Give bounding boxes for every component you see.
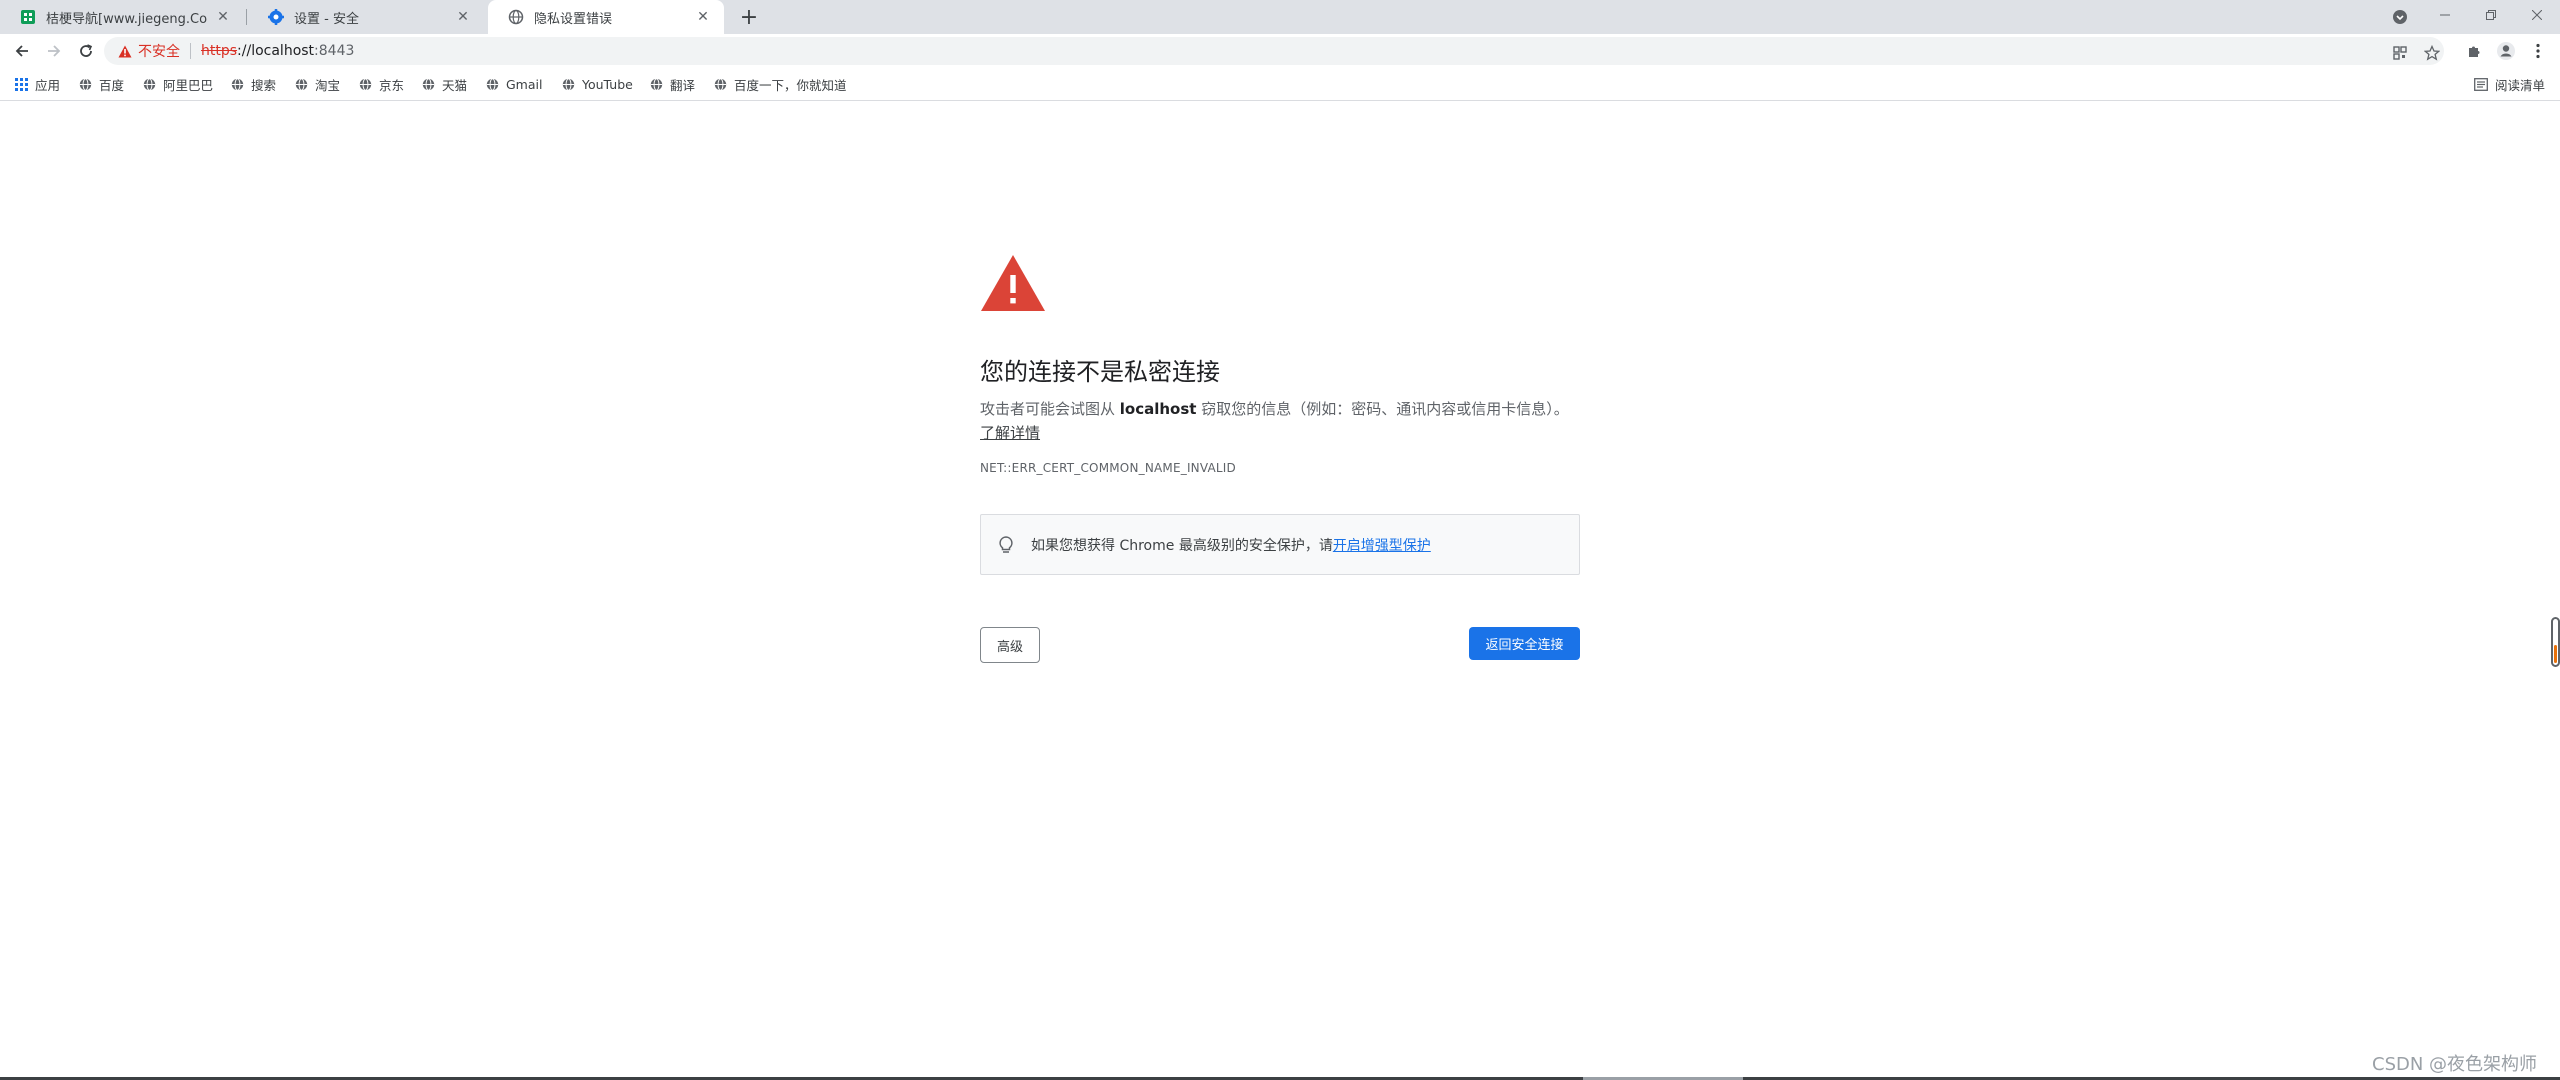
explanation-host: localhost — [1119, 400, 1197, 418]
tab-settings-security[interactable]: 设置 - 安全 ✕ — [248, 0, 484, 34]
forward-arrow-icon[interactable] — [40, 37, 68, 65]
reading-list-button[interactable]: 阅读清单 — [2474, 74, 2545, 94]
globe-icon — [649, 77, 663, 91]
bookmark-item[interactable]: YouTube — [561, 74, 633, 94]
not-secure-label: 不安全 — [138, 44, 180, 60]
profile-avatar-icon[interactable] — [2492, 37, 2520, 65]
globe-icon — [142, 77, 156, 91]
bookmark-item[interactable]: 百度一下，你就知道 — [713, 74, 847, 94]
minimize-icon[interactable] — [2422, 0, 2468, 30]
jiegeng-favicon-icon — [20, 9, 36, 25]
bookmark-label: 京东 — [379, 77, 405, 93]
globe-icon — [421, 77, 435, 91]
bookmark-item[interactable]: 百度 — [78, 74, 124, 94]
globe-icon — [358, 77, 372, 91]
bookmark-item[interactable]: 翻译 — [649, 74, 695, 94]
bookmark-item[interactable]: Gmail — [485, 74, 542, 94]
globe-icon — [508, 9, 524, 25]
side-panel-handle[interactable] — [2551, 617, 2560, 667]
bookmark-label: 阿里巴巴 — [163, 77, 214, 93]
back-arrow-icon[interactable] — [8, 37, 36, 65]
back-to-safety-button[interactable]: 返回安全连接 — [1469, 627, 1580, 660]
enhanced-protection-link[interactable]: 开启增强型保护 — [1333, 535, 1431, 555]
enhanced-protection-notice: 如果您想获得 Chrome 最高级别的安全保护，请 开启增强型保护 — [980, 514, 1580, 575]
address-bar[interactable]: 不安全 https://localhost:8443 — [104, 37, 2444, 65]
page-title: 您的连接不是私密连接 — [980, 358, 1220, 386]
bookmark-label: YouTube — [582, 76, 633, 92]
globe-icon — [561, 77, 575, 91]
url-scheme: https — [201, 43, 238, 59]
globe-icon — [78, 77, 92, 91]
bookmark-label: 淘宝 — [315, 77, 341, 93]
tab-search-icon[interactable] — [2390, 7, 2410, 27]
kebab-menu-icon[interactable] — [2524, 37, 2552, 65]
tab-close-icon[interactable]: ✕ — [214, 8, 232, 26]
tab-title: 设置 - 安全 — [294, 11, 359, 27]
globe-icon — [294, 77, 308, 91]
bookmark-label: 百度 — [99, 77, 125, 93]
bookmark-item[interactable]: 阿里巴巴 — [142, 74, 213, 94]
warning-triangle-icon — [980, 254, 1046, 312]
advanced-button[interactable]: 高级 — [980, 627, 1040, 663]
bookmark-label: 搜索 — [251, 77, 277, 93]
bookmark-star-icon[interactable] — [2422, 43, 2442, 63]
side-panel-accent — [2554, 645, 2557, 663]
tab-strip: 桔梗导航[www.jiegeng.Com]_桔 ✕ 设置 - 安全 ✕ 隐私设置… — [0, 0, 2560, 34]
bookmark-item[interactable]: 京东 — [358, 74, 404, 94]
globe-icon — [230, 77, 244, 91]
globe-icon — [485, 77, 499, 91]
enhanced-protection-text: 如果您想获得 Chrome 最高级别的安全保护，请 — [1031, 537, 1333, 554]
tab-title: 隐私设置错误 — [534, 11, 613, 27]
apps-grid-icon — [14, 77, 28, 91]
globe-icon — [713, 77, 727, 91]
bookmark-label: 应用 — [35, 77, 61, 93]
tab-title: 桔梗导航[www.jiegeng.Com]_桔 — [46, 11, 208, 27]
reading-list-label: 阅读清单 — [2495, 77, 2546, 93]
url-host: ://localhost — [237, 43, 315, 59]
settings-gear-icon — [268, 9, 284, 25]
tab-close-icon[interactable]: ✕ — [694, 8, 712, 26]
explanation-text: 攻击者可能会试图从 — [980, 400, 1120, 418]
close-window-icon[interactable] — [2514, 0, 2560, 30]
watermark: CSDN @夜色架构师 — [2372, 1054, 2538, 1075]
bookmark-label: 天猫 — [442, 77, 468, 93]
reading-list-icon — [2474, 77, 2488, 91]
bookmark-item[interactable]: 搜索 — [230, 74, 276, 94]
bookmark-label: Gmail — [506, 76, 543, 92]
extensions-puzzle-icon[interactable] — [2460, 37, 2488, 65]
warning-triangle-icon — [118, 45, 132, 58]
bookmark-item[interactable]: 天猫 — [421, 74, 467, 94]
explanation-text: 窃取您的信息（例如：密码、通讯内容或信用卡信息）。 — [1196, 400, 1569, 418]
not-secure-indicator[interactable]: 不安全 — [118, 41, 180, 61]
lightbulb-icon — [997, 535, 1015, 555]
tab-jiegeng[interactable]: 桔梗导航[www.jiegeng.Com]_桔 ✕ — [0, 0, 244, 34]
omnibox-divider — [190, 43, 191, 59]
qr-code-icon[interactable] — [2390, 43, 2410, 63]
reload-icon[interactable] — [72, 37, 100, 65]
tab-privacy-error[interactable]: 隐私设置错误 ✕ — [488, 0, 724, 34]
bookmark-label: 翻译 — [670, 77, 696, 93]
tab-separator — [246, 9, 247, 25]
error-code[interactable]: NET::ERR_CERT_COMMON_NAME_INVALID — [980, 461, 1236, 475]
error-explanation: 攻击者可能会试图从 localhost 窃取您的信息（例如：密码、通讯内容或信用… — [980, 397, 1580, 445]
bookmark-label: 百度一下，你就知道 — [734, 77, 847, 93]
tab-close-icon[interactable]: ✕ — [454, 8, 472, 26]
bookmark-apps[interactable]: 应用 — [14, 74, 60, 94]
new-tab-button[interactable]: + — [737, 5, 761, 30]
restore-icon[interactable] — [2468, 0, 2514, 30]
url-port: :8443 — [314, 43, 355, 59]
bookmarks-bar: 应用 百度 阿里巴巴 搜索 淘宝 京东 天猫 Gmail YouTube 翻译 … — [0, 68, 2560, 101]
learn-more-link[interactable]: 了解详情 — [980, 424, 1040, 442]
browser-toolbar: 不安全 https://localhost:8443 — [0, 34, 2560, 68]
bookmark-item[interactable]: 淘宝 — [294, 74, 340, 94]
